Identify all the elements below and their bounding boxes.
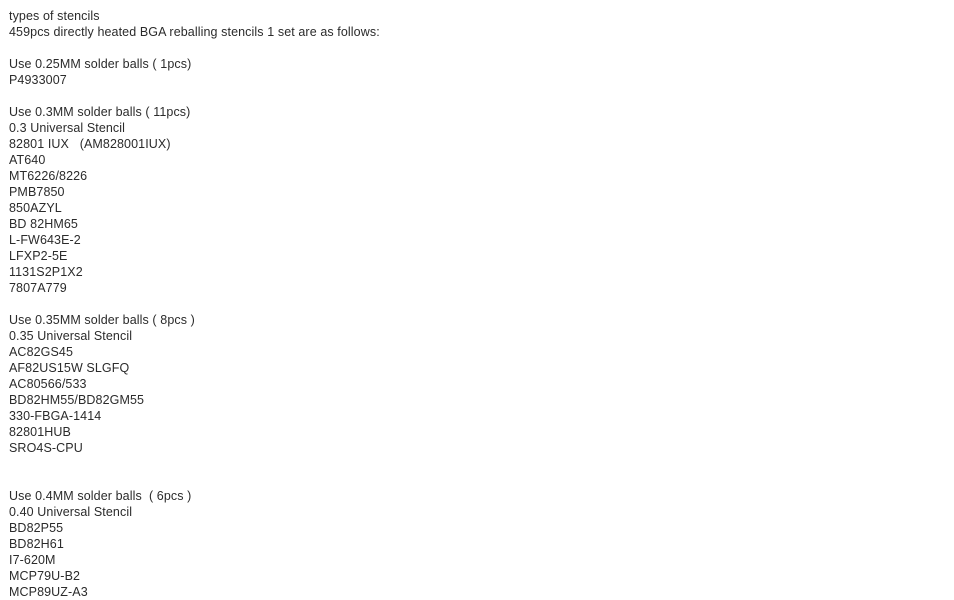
- stencil-item: MCP89UZ-A3: [9, 585, 88, 599]
- section-04mm: Use 0.4MM solder balls ( 6pcs ) 0.40 Uni…: [9, 488, 939, 600]
- stencil-item: I7-620M: [9, 553, 56, 567]
- stencil-item: BD82P55: [9, 521, 64, 535]
- stencil-item: 7807A779: [9, 281, 67, 295]
- stencil-item: AT640: [9, 153, 46, 167]
- stencil-item: 0.40 Universal Stencil: [9, 505, 133, 519]
- section-heading: Use 0.25MM solder balls ( 1pcs): [9, 57, 192, 71]
- stencil-item: MT6226/8226: [9, 169, 88, 183]
- section-03mm: Use 0.3MM solder balls ( 11pcs) 0.3 Univ…: [9, 104, 939, 296]
- stencil-item: L-FW643E-2: [9, 233, 81, 247]
- stencil-item: P4933007: [9, 73, 67, 87]
- stencil-item: AF82US15W SLGFQ: [9, 361, 130, 375]
- document-intro: types of stencils 459pcs directly heated…: [9, 8, 939, 40]
- section-heading: Use 0.3MM solder balls ( 11pcs): [9, 105, 191, 119]
- intro-line: 459pcs directly heated BGA reballing ste…: [9, 25, 380, 39]
- section-heading: Use 0.4MM solder balls ( 6pcs ): [9, 489, 192, 503]
- stencil-item: SRO4S-CPU: [9, 441, 83, 455]
- section-025mm: Use 0.25MM solder balls ( 1pcs) P4933007: [9, 56, 939, 88]
- section-035mm: Use 0.35MM solder balls ( 8pcs ) 0.35 Un…: [9, 312, 939, 456]
- stencil-item: 1131S2P1X2: [9, 265, 83, 279]
- stencil-item: BD82HM55/BD82GM55: [9, 393, 145, 407]
- stencil-item: 330-FBGA-1414: [9, 409, 102, 423]
- stencil-item: 850AZYL: [9, 201, 62, 215]
- stencil-item: LFXP2-5E: [9, 249, 68, 263]
- stencil-item: PMB7850: [9, 185, 65, 199]
- intro-line: types of stencils: [9, 9, 100, 23]
- stencil-item: 0.3 Universal Stencil: [9, 121, 126, 135]
- stencil-item: AC82GS45: [9, 345, 74, 359]
- stencil-item: 82801HUB: [9, 425, 71, 439]
- stencil-list-document: types of stencils 459pcs directly heated…: [9, 8, 939, 600]
- stencil-item: 82801 IUX (AM828001IUX): [9, 137, 171, 151]
- stencil-item: 0.35 Universal Stencil: [9, 329, 133, 343]
- stencil-item: AC80566/533: [9, 377, 87, 391]
- stencil-item: BD 82HM65: [9, 217, 78, 231]
- section-heading: Use 0.35MM solder balls ( 8pcs ): [9, 313, 195, 327]
- stencil-item: BD82H61: [9, 537, 64, 551]
- stencil-item: MCP79U-B2: [9, 569, 81, 583]
